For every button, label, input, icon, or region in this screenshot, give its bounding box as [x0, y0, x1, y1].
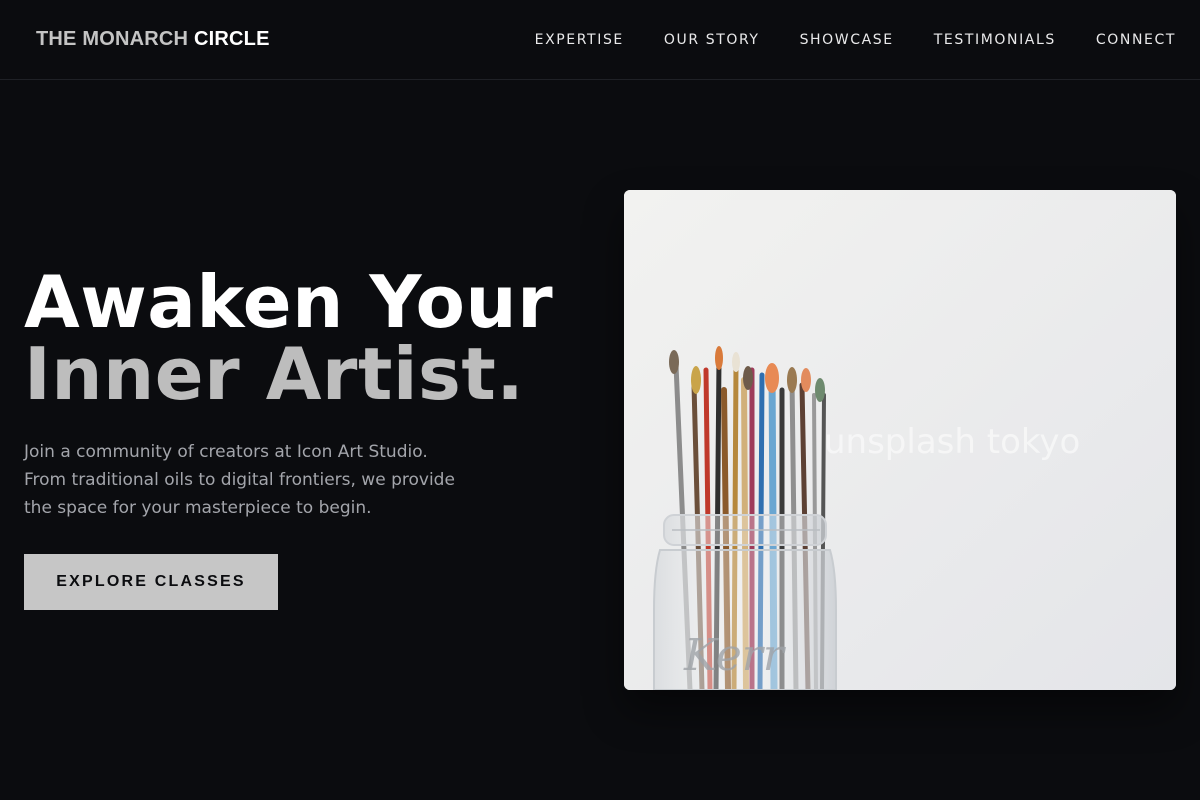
- nav-link-connect[interactable]: CONNECT: [1096, 32, 1176, 48]
- hero-title-line2: Inner Artist.: [24, 332, 525, 416]
- hero-text: Awaken Your Inner Artist. Join a communi…: [24, 266, 584, 522]
- hero-title-line1: Awaken Your: [24, 260, 554, 344]
- site-header: THE MONARCH CIRCLE EXPERTISE OUR STORY S…: [0, 0, 1200, 80]
- main-nav: EXPERTISE OUR STORY SHOWCASE TESTIMONIAL…: [535, 32, 1176, 48]
- hero-image-brushes-jar: Kerr unsplash tokyo: [624, 190, 1176, 690]
- explore-classes-button[interactable]: EXPLORE CLASSES: [24, 554, 278, 610]
- hero-title: Awaken Your Inner Artist.: [24, 266, 584, 410]
- image-watermark: unsplash tokyo: [824, 422, 1081, 462]
- hero-description: Join a community of creators at Icon Art…: [24, 442, 455, 518]
- nav-link-showcase[interactable]: SHOWCASE: [800, 32, 894, 48]
- logo-text-primary: THE MONARCH: [36, 28, 189, 50]
- svg-text:Kerr: Kerr: [683, 630, 787, 681]
- logo-text-secondary: CIRCLE: [193, 28, 270, 50]
- nav-link-our-story[interactable]: OUR STORY: [664, 32, 760, 48]
- site-logo[interactable]: THE MONARCH CIRCLE: [36, 28, 270, 51]
- nav-link-testimonials[interactable]: TESTIMONIALS: [934, 32, 1056, 48]
- nav-link-expertise[interactable]: EXPERTISE: [535, 32, 624, 48]
